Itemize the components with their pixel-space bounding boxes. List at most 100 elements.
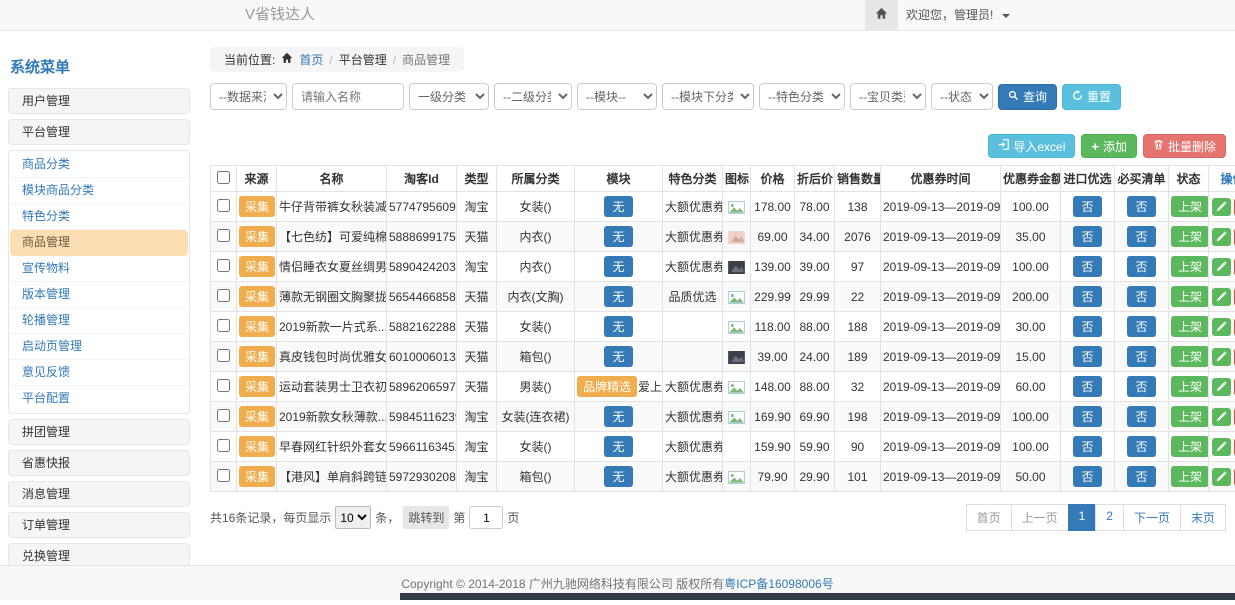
status-button[interactable]: 上架 [1171,466,1209,487]
import-flag-button[interactable]: 否 [1073,196,1101,217]
sidebar-item-省惠快报[interactable]: 省惠快报 [8,450,190,476]
import-flag-button[interactable]: 否 [1073,316,1101,337]
row-checkbox[interactable] [217,289,230,302]
icp-link[interactable]: 粤ICP备16098006号 [724,575,833,592]
sidebar-subitem-商品分类[interactable]: 商品分类 [10,152,188,178]
sidebar-item-平台管理[interactable]: 平台管理 [8,119,190,145]
pager-button-末页[interactable]: 末页 [1180,504,1226,531]
edit-button[interactable] [1212,288,1231,306]
must-buy-flag-button[interactable]: 否 [1127,346,1155,367]
status-button[interactable]: 上架 [1171,316,1209,337]
edit-button[interactable] [1212,258,1231,276]
filter-select-0[interactable]: --数据来源-- [210,83,287,110]
pager-button-上一页[interactable]: 上一页 [1011,504,1069,531]
user-menu[interactable]: 欢迎您，管理员! [906,0,1010,30]
sidebar-subitem-平台配置[interactable]: 平台配置 [10,386,188,412]
filter-select-5[interactable]: --模块下分类-- [662,83,754,110]
must-buy-flag-button[interactable]: 否 [1127,436,1155,457]
copyright-text: Copyright © 2014-2018 广州九驰网络科技有限公司 版权所有 [401,575,724,592]
row-checkbox[interactable] [217,439,230,452]
status-button[interactable]: 上架 [1171,376,1209,397]
sidebar-item-拼团管理[interactable]: 拼团管理 [8,419,190,445]
filter-select-4[interactable]: --模块-- [577,83,657,110]
jump-button[interactable]: 跳转到 [403,506,449,529]
sidebar-subitem-模块商品分类[interactable]: 模块商品分类 [10,178,188,204]
pager-button-1[interactable]: 1 [1068,504,1097,531]
status-button[interactable]: 上架 [1171,256,1209,277]
breadcrumb-home[interactable]: 首页 [299,51,323,68]
edit-button[interactable] [1212,348,1231,366]
add-button[interactable]: + 添加 [1081,134,1137,158]
filter-select-3[interactable]: --二级分类-- [494,83,572,110]
pager-button-下一页[interactable]: 下一页 [1123,504,1181,531]
sidebar-subitem-轮播管理[interactable]: 轮播管理 [10,308,188,334]
filter-select-7[interactable]: --宝贝类型-- [850,83,926,110]
sidebar-subitem-特色分类[interactable]: 特色分类 [10,204,188,230]
status-button[interactable]: 上架 [1171,196,1209,217]
must-buy-flag-button[interactable]: 否 [1127,316,1155,337]
status-button[interactable]: 上架 [1171,286,1209,307]
module-none-badge: 无 [604,436,632,457]
must-buy-flag-button[interactable]: 否 [1127,196,1155,217]
edit-button[interactable] [1212,378,1231,396]
sidebar-item-订单管理[interactable]: 订单管理 [8,512,190,538]
discount-price: 88.00 [795,372,835,402]
status-button[interactable]: 上架 [1171,226,1209,247]
import-flag-button[interactable]: 否 [1073,466,1101,487]
status-button[interactable]: 上架 [1171,406,1209,427]
row-checkbox[interactable] [217,409,230,422]
import-flag-button[interactable]: 否 [1073,286,1101,307]
sidebar-subitem-意见反馈[interactable]: 意见反馈 [10,360,188,386]
edit-button[interactable] [1212,198,1231,216]
import-flag-button[interactable]: 否 [1073,256,1101,277]
import-flag-button[interactable]: 否 [1073,376,1101,397]
must-buy-flag-button[interactable]: 否 [1127,286,1155,307]
status-button[interactable]: 上架 [1171,346,1209,367]
edit-button[interactable] [1212,228,1231,246]
row-checkbox[interactable] [217,229,230,242]
sidebar-item-消息管理[interactable]: 消息管理 [8,481,190,507]
reset-button[interactable]: 重置 [1062,84,1121,110]
pager-button-首页[interactable]: 首页 [966,504,1012,531]
import-flag-button[interactable]: 否 [1073,406,1101,427]
batch-delete-button[interactable]: 批量删除 [1143,134,1226,158]
sidebar-subitem-宣传物料[interactable]: 宣传物料 [10,256,188,282]
must-buy-flag-button[interactable]: 否 [1127,406,1155,427]
edit-button[interactable] [1212,468,1231,486]
import-flag-button[interactable]: 否 [1073,346,1101,367]
row-checkbox[interactable] [217,349,230,362]
edit-button[interactable] [1212,438,1231,456]
row-checkbox[interactable] [217,319,230,332]
must-buy-flag-button[interactable]: 否 [1127,256,1155,277]
product-category: 内衣() [497,222,575,252]
coupon-amount: 60.00 [1001,372,1061,402]
import-excel-button[interactable]: 导入excel [988,134,1075,158]
status-button[interactable]: 上架 [1171,436,1209,457]
filter-select-2[interactable]: 一级分类 [409,83,489,110]
home-button[interactable] [865,0,898,30]
must-buy-flag-button[interactable]: 否 [1127,226,1155,247]
coupon-time: 2019-09-13—2019-09-17 [881,192,1001,222]
must-buy-flag-button[interactable]: 否 [1127,466,1155,487]
page-jump-input[interactable] [469,506,503,529]
name-search-input[interactable] [292,83,404,110]
row-checkbox[interactable] [217,469,230,482]
filter-select-6[interactable]: --特色分类-- [759,83,845,110]
pager-button-2[interactable]: 2 [1095,504,1124,531]
sidebar-subitem-版本管理[interactable]: 版本管理 [10,282,188,308]
per-page-select[interactable]: 10 [335,506,371,529]
import-flag-button[interactable]: 否 [1073,226,1101,247]
row-checkbox[interactable] [217,379,230,392]
import-flag-button[interactable]: 否 [1073,436,1101,457]
edit-button[interactable] [1212,408,1231,426]
filter-select-8[interactable]: --状态-- [931,83,993,110]
edit-button[interactable] [1212,318,1231,336]
select-all-checkbox[interactable] [217,171,230,184]
row-checkbox[interactable] [217,259,230,272]
sidebar-subitem-启动页管理[interactable]: 启动页管理 [10,334,188,360]
query-button[interactable]: 查询 [998,84,1057,110]
sidebar-item-用户管理[interactable]: 用户管理 [8,88,190,114]
sidebar-subitem-商品管理[interactable]: 商品管理 [10,230,188,256]
must-buy-flag-button[interactable]: 否 [1127,376,1155,397]
row-checkbox[interactable] [217,199,230,212]
